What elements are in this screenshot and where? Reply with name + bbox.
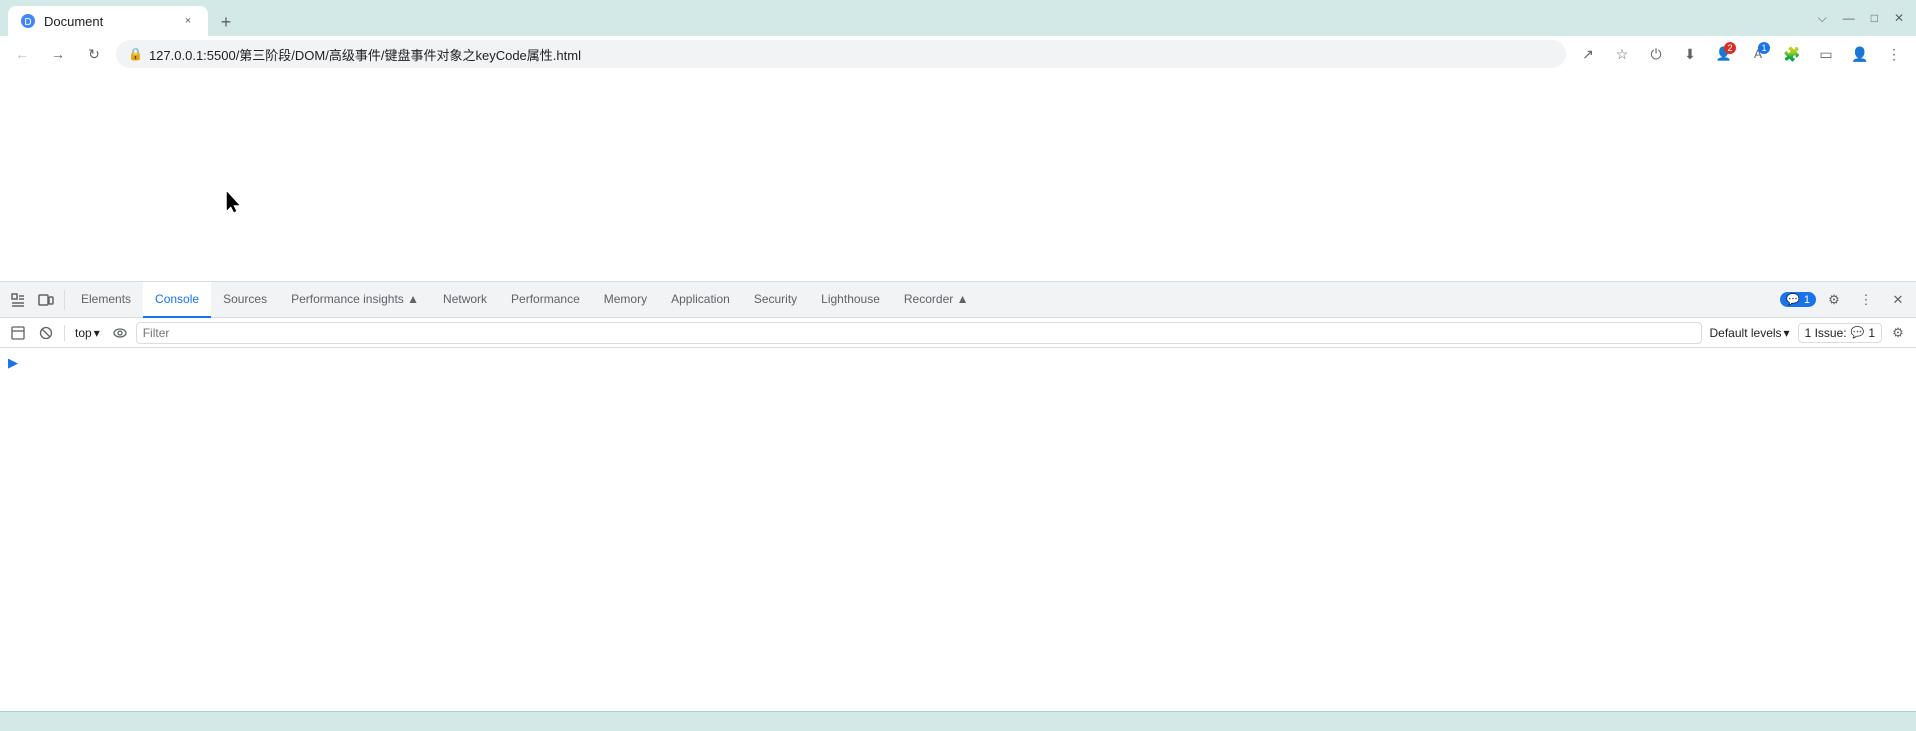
translate-icon[interactable]: A 1 xyxy=(1744,40,1772,68)
forward-button[interactable]: → xyxy=(44,40,72,68)
context-label: top xyxy=(75,326,92,340)
url-bar[interactable]: 🔒 127.0.0.1:5500/第三阶段/DOM/高级事件/键盘事件对象之ke… xyxy=(116,40,1566,68)
browser-chrome: D Document × + ⌵ — □ ✕ ← → ↻ 🔒 127.0.0.1… xyxy=(0,0,1916,72)
share-icon[interactable]: ↗ xyxy=(1574,40,1602,68)
devtools-panel: Elements Console Sources Performance ins… xyxy=(0,281,1916,711)
browser-tab[interactable]: D Document × xyxy=(8,6,208,36)
devtools-separator xyxy=(64,290,65,310)
console-content: ▶ xyxy=(0,348,1916,711)
back-button[interactable]: ← xyxy=(8,40,36,68)
devtools-toggle-icon[interactable]: ⌵ xyxy=(1814,7,1831,30)
tab-performance[interactable]: Performance xyxy=(499,282,592,318)
tab-lighthouse[interactable]: Lighthouse xyxy=(809,282,892,318)
filter-input[interactable] xyxy=(136,322,1702,344)
tab-recorder[interactable]: Recorder ▲ xyxy=(892,282,981,318)
context-dropdown-icon: ▾ xyxy=(94,326,100,340)
refresh-button[interactable]: ↻ xyxy=(80,40,108,68)
tab-network[interactable]: Network xyxy=(431,282,499,318)
console-arrow[interactable]: ▶ xyxy=(8,356,1908,369)
eye-icon[interactable] xyxy=(108,321,132,345)
issue-count-num: 1 xyxy=(1868,326,1875,340)
console-toolbar: top ▾ Default levels ▾ 1 Issue: 💬 1 ⚙ xyxy=(0,318,1916,348)
issue-count-badge[interactable]: 1 Issue: 💬 1 xyxy=(1798,323,1882,343)
issue-label: 1 Issue: xyxy=(1805,326,1847,340)
extensions-icon[interactable]: 🧩 xyxy=(1778,40,1806,68)
clear-console-icon[interactable] xyxy=(6,321,30,345)
console-settings-icon[interactable]: ⚙ xyxy=(1886,321,1910,345)
device-mode-icon[interactable] xyxy=(32,286,60,314)
issues-badge[interactable]: 💬 1 xyxy=(1780,292,1816,307)
issues-badge-icon: 💬 xyxy=(1786,293,1800,306)
tab-favicon: D xyxy=(20,13,36,29)
tab-elements[interactable]: Elements xyxy=(69,282,143,318)
close-window-button[interactable]: ✕ xyxy=(1890,7,1908,29)
tab-close-button[interactable]: × xyxy=(180,13,196,29)
menu-icon[interactable]: ⋮ xyxy=(1880,40,1908,68)
cursor-svg xyxy=(225,192,243,214)
toolbar-icons: ↗ ☆ ⏻ ⬇ 👤 2 A 1 🧩 ▭ 👤 ⋮ xyxy=(1574,40,1908,68)
profile-icon[interactable]: 👤 xyxy=(1846,40,1874,68)
devtools-close-icon[interactable]: ✕ xyxy=(1884,286,1912,314)
block-console-icon[interactable] xyxy=(34,321,58,345)
extension-badge: 2 xyxy=(1724,42,1736,54)
security-icon: 🔒 xyxy=(128,47,143,61)
tab-security[interactable]: Security xyxy=(742,282,809,318)
issue-count-icon: 💬 xyxy=(1851,326,1865,339)
window-controls: ⌵ — □ ✕ xyxy=(1814,7,1908,30)
new-tab-button[interactable]: + xyxy=(212,8,240,36)
issues-count: 1 xyxy=(1804,294,1810,306)
devtools-settings-icon[interactable]: ⚙ xyxy=(1820,286,1848,314)
address-bar: ← → ↻ 🔒 127.0.0.1:5500/第三阶段/DOM/高级事件/键盘事… xyxy=(0,36,1916,72)
tab-title: Document xyxy=(44,14,172,29)
page-content xyxy=(0,72,1916,281)
maximize-button[interactable]: □ xyxy=(1867,7,1882,29)
default-levels-label: Default levels xyxy=(1710,326,1782,340)
tab-application[interactable]: Application xyxy=(659,282,742,318)
cast-icon[interactable]: ▭ xyxy=(1812,40,1840,68)
tab-sources[interactable]: Sources xyxy=(211,282,279,318)
extensions-badge-icon[interactable]: 👤 2 xyxy=(1710,40,1738,68)
tab-area: D Document × + xyxy=(8,0,1810,36)
power-icon[interactable]: ⏻ xyxy=(1642,40,1670,68)
devtools-tab-bar: Elements Console Sources Performance ins… xyxy=(0,282,1916,318)
toolbar-separator xyxy=(64,325,65,341)
tab-memory[interactable]: Memory xyxy=(592,282,659,318)
title-bar: D Document × + ⌵ — □ ✕ xyxy=(0,0,1916,36)
cursor-indicator xyxy=(225,192,243,219)
devtools-more-icon[interactable]: ⋮ xyxy=(1852,286,1880,314)
url-text: 127.0.0.1:5500/第三阶段/DOM/高级事件/键盘事件对象之keyC… xyxy=(149,45,1554,64)
svg-text:D: D xyxy=(24,17,31,28)
context-dropdown[interactable]: top ▾ xyxy=(71,324,104,342)
status-bar xyxy=(0,711,1916,731)
download-icon[interactable]: ⬇ xyxy=(1676,40,1704,68)
inspect-element-icon[interactable] xyxy=(4,286,32,314)
minimize-button[interactable]: — xyxy=(1839,7,1859,29)
default-levels-icon: ▾ xyxy=(1784,326,1790,340)
translate-badge: 1 xyxy=(1758,42,1770,54)
devtools-tab-end: 💬 1 ⚙ ⋮ ✕ xyxy=(1780,286,1912,314)
tab-performance-insights[interactable]: Performance insights ▲ xyxy=(279,282,431,318)
bookmark-icon[interactable]: ☆ xyxy=(1608,40,1636,68)
default-levels-dropdown[interactable]: Default levels ▾ xyxy=(1706,324,1794,342)
console-right-toolbar: Default levels ▾ 1 Issue: 💬 1 ⚙ xyxy=(1706,321,1911,345)
tab-console[interactable]: Console xyxy=(143,282,211,318)
